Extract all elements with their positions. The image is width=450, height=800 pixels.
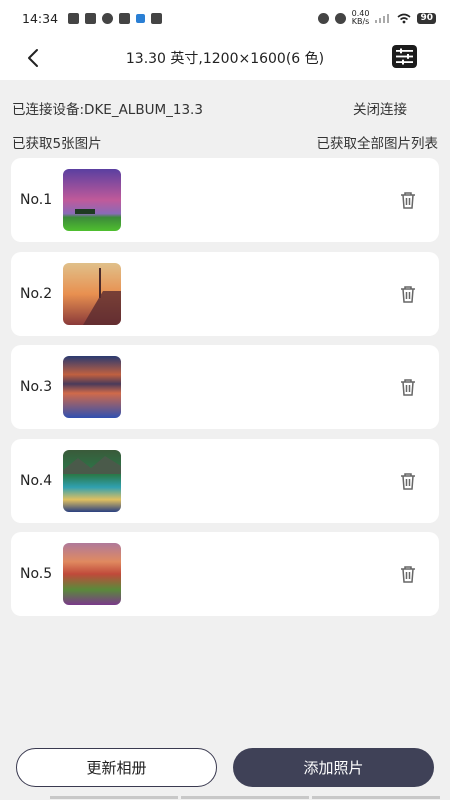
weibo-icon — [102, 12, 114, 24]
photo-number: No.5 — [20, 566, 53, 582]
add-photo-button[interactable]: 添加照片 — [233, 748, 434, 787]
back-button[interactable] — [22, 46, 46, 70]
trash-icon[interactable] — [399, 471, 417, 491]
photo-number: No.2 — [20, 285, 53, 302]
photo-count-label: 已获取5张图片 — [12, 136, 102, 152]
trash-icon[interactable] — [399, 564, 417, 584]
signal-icon — [375, 14, 390, 23]
photo-number: No.1 — [20, 192, 53, 208]
connected-device-label: 已连接设备:DKE_ALBUM_13.3 — [12, 102, 203, 118]
photo-thumbnail[interactable] — [63, 169, 121, 231]
update-album-button[interactable]: 更新相册 — [16, 748, 217, 787]
page-title: 13.30 英寸,1200×1600(6 色) — [125, 51, 325, 67]
close-connection-button[interactable]: 关闭连接 — [353, 98, 407, 118]
status-time: 14:34 — [22, 10, 59, 26]
message-icon — [68, 12, 80, 24]
gesture-segment — [50, 796, 178, 799]
wifi-icon — [397, 13, 411, 23]
connection-row: 已连接设备:DKE_ALBUM_13.3 关闭连接 — [0, 98, 450, 118]
speedometer-icon — [317, 12, 329, 24]
network-speed-unit: KB/s — [351, 17, 370, 26]
image-app-icon — [151, 12, 163, 24]
battery-indicator: 90 — [417, 12, 436, 24]
gesture-segment — [181, 796, 309, 799]
network-speed: 0.40 KB/s — [352, 10, 370, 26]
photo-number: No.4 — [20, 472, 53, 489]
status-bar: 14:34 0.40 KB/s 90 — [0, 0, 450, 36]
status-right: 0.40 KB/s 90 — [317, 10, 436, 26]
gesture-bar — [50, 796, 440, 799]
app-icon — [85, 12, 97, 24]
header: 13.30 英寸,1200×1600(6 色) — [0, 36, 450, 80]
trash-icon[interactable] — [399, 190, 417, 210]
photo-card[interactable]: No.2 — [11, 251, 439, 336]
mute-icon — [334, 12, 346, 24]
gesture-segment — [312, 796, 440, 799]
photo-number: No.3 — [20, 379, 53, 395]
status-left: 14:34 — [22, 10, 163, 26]
photo-list: No.1 No.2 No.3 No.4 No.5 — [11, 158, 439, 626]
photos-info-row: 已获取5张图片 已获取全部图片列表 — [0, 132, 450, 152]
photo-thumbnail[interactable] — [63, 543, 121, 605]
trash-icon[interactable] — [399, 377, 417, 397]
trash-icon[interactable] — [399, 284, 417, 304]
photo-thumbnail[interactable] — [63, 262, 121, 325]
bottom-action-bar: 更新相册 添加照片 — [0, 748, 450, 788]
photo-card[interactable]: No.1 — [11, 158, 439, 242]
pinwheel-icon — [119, 12, 131, 24]
settings-menu-button[interactable] — [392, 45, 417, 68]
photo-thumbnail[interactable] — [63, 356, 121, 418]
settings-list-icon — [396, 48, 413, 65]
photo-list-status-label: 已获取全部图片列表 — [316, 136, 439, 152]
photo-card[interactable]: No.5 — [11, 532, 439, 616]
photo-thumbnail[interactable] — [63, 449, 121, 512]
photo-card[interactable]: No.3 — [11, 345, 439, 429]
bird-icon — [136, 13, 146, 23]
photo-card[interactable]: No.4 — [11, 438, 439, 523]
